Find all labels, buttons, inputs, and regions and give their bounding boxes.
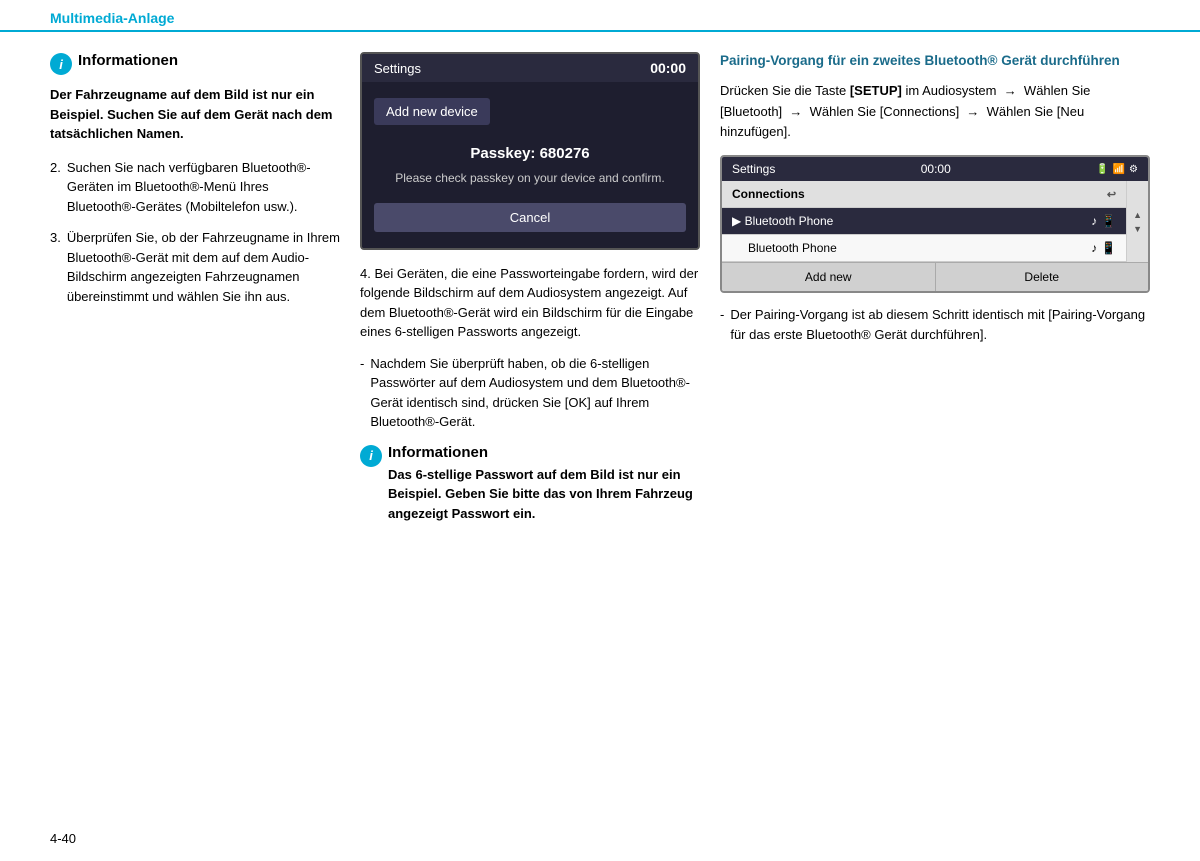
middle-column: Settings 00:00 Add new device Passkey: 6… bbox=[360, 52, 700, 823]
battery-icon: 🔋 bbox=[1096, 164, 1108, 175]
music-icon-2: ♪ bbox=[1091, 241, 1097, 255]
step-3: 3. Überprüfen Sie, ob der Fahrzeugname i… bbox=[50, 228, 340, 306]
settings-status-icons: 🔋 📶 ⚙ bbox=[1096, 164, 1138, 175]
settings-label-2: Settings bbox=[732, 162, 775, 176]
step-3-num: 3. bbox=[50, 228, 61, 306]
page-header: Multimedia-Anlage bbox=[0, 0, 1200, 32]
back-arrow-icon[interactable]: ↩ bbox=[1107, 188, 1116, 201]
settings-footer: Add new Delete bbox=[722, 262, 1148, 291]
page-title: Multimedia-Anlage bbox=[50, 10, 1150, 30]
screen-time-1: 00:00 bbox=[650, 60, 686, 76]
right-body-text: Drücken Sie die Taste [SETUP] im Audiosy… bbox=[720, 81, 1150, 143]
device-screen-1: Settings 00:00 Add new device Passkey: 6… bbox=[360, 52, 700, 250]
bluetooth-phone-label-1: Bluetooth Phone bbox=[745, 214, 1092, 228]
step-2-text: Suchen Sie nach verfügbaren Bluetooth®-G… bbox=[67, 158, 340, 217]
info-title-1: Informationen bbox=[78, 52, 178, 69]
phone-icon-2: 📱 bbox=[1101, 241, 1116, 255]
row2-icons: ♪ 📱 bbox=[1091, 241, 1116, 255]
scroll-up-arrow[interactable]: ▲ bbox=[1131, 208, 1144, 222]
screen-settings-label-1: Settings bbox=[374, 61, 421, 76]
connections-row: Connections ↩ bbox=[722, 181, 1126, 208]
info-box-1: i Informationen bbox=[50, 52, 340, 75]
bluetooth-phone-row-2[interactable]: Bluetooth Phone ♪ 📱 bbox=[722, 235, 1126, 262]
settings-icon: ⚙ bbox=[1129, 164, 1138, 175]
delete-button[interactable]: Delete bbox=[936, 263, 1149, 291]
passkey-display: Passkey: 680276 bbox=[374, 145, 686, 162]
dash-text-1: Nachdem Sie überprüft haben, ob die 6-st… bbox=[370, 354, 700, 432]
dash-symbol-1: - bbox=[360, 354, 364, 432]
phone-icon-1: 📱 bbox=[1101, 214, 1116, 228]
settings-time-2: 00:00 bbox=[921, 162, 951, 176]
info-box-2: i Informationen Das 6-stellige Passwort … bbox=[360, 444, 700, 538]
page-number: 4-40 bbox=[50, 831, 76, 846]
left-column: i Informationen Der Fahrzeugname auf dem… bbox=[50, 52, 340, 823]
info-icon-2: i bbox=[360, 445, 382, 467]
content-area: i Informationen Der Fahrzeugname auf dem… bbox=[0, 32, 1200, 843]
signal-icon: 📶 bbox=[1113, 164, 1125, 175]
step-4-dash: - Nachdem Sie überprüft haben, ob die 6-… bbox=[360, 354, 700, 432]
screen-body-1: Add new device Passkey: 680276 Please ch… bbox=[362, 82, 698, 248]
music-icon-1: ♪ bbox=[1091, 214, 1097, 228]
settings-rows: Connections ↩ ▶ Bluetooth Phone ♪ 📱 bbox=[722, 181, 1126, 262]
bluetooth-phone-label-2: Bluetooth Phone bbox=[748, 241, 1091, 255]
step-2-num: 2. bbox=[50, 158, 61, 217]
right-dash: - Der Pairing-Vorgang ist ab diesem Schr… bbox=[720, 305, 1150, 344]
right-heading: Pairing-Vorgang für ein zweites Bluetoot… bbox=[720, 52, 1150, 71]
info-bold-text-1: Der Fahrzeugname auf dem Bild ist nur ei… bbox=[50, 85, 340, 144]
add-device-button[interactable]: Add new device bbox=[374, 98, 490, 125]
info-icon-1: i bbox=[50, 53, 72, 75]
add-new-button[interactable]: Add new bbox=[722, 263, 936, 291]
scroll-down-arrow[interactable]: ▼ bbox=[1131, 222, 1144, 236]
screen-header-1: Settings 00:00 bbox=[362, 54, 698, 82]
step-3-text: Überprüfen Sie, ob der Fahrzeugname in I… bbox=[67, 228, 340, 306]
info-title-2: Informationen bbox=[388, 444, 700, 461]
right-dash-text: Der Pairing-Vorgang ist ab diesem Schrit… bbox=[730, 305, 1150, 344]
info-bold-text-2: Das 6-stellige Passwort auf dem Bild ist… bbox=[388, 465, 700, 524]
step-4-text: 4. Bei Geräten, die eine Passworteingabe… bbox=[360, 264, 700, 342]
right-column: Pairing-Vorgang für ein zweites Bluetoot… bbox=[720, 52, 1150, 823]
row1-icons: ♪ 📱 bbox=[1091, 214, 1116, 228]
settings-body: Connections ↩ ▶ Bluetooth Phone ♪ 📱 bbox=[722, 181, 1148, 262]
dash-symbol-2: - bbox=[720, 305, 724, 344]
settings-screen-2: Settings 00:00 🔋 📶 ⚙ Connections ↩ bbox=[720, 155, 1150, 293]
step-2: 2. Suchen Sie nach verfügbaren Bluetooth… bbox=[50, 158, 340, 217]
passkey-sub-text: Please check passkey on your device and … bbox=[374, 170, 686, 187]
settings-header-2: Settings 00:00 🔋 📶 ⚙ bbox=[722, 157, 1148, 181]
scroll-arrows: ▲ ▼ bbox=[1126, 181, 1148, 262]
cancel-button[interactable]: Cancel bbox=[374, 203, 686, 232]
bluetooth-phone-row-1[interactable]: ▶ Bluetooth Phone ♪ 📱 bbox=[722, 208, 1126, 235]
play-icon-1: ▶ bbox=[732, 214, 741, 228]
connections-label: Connections bbox=[732, 187, 1107, 201]
